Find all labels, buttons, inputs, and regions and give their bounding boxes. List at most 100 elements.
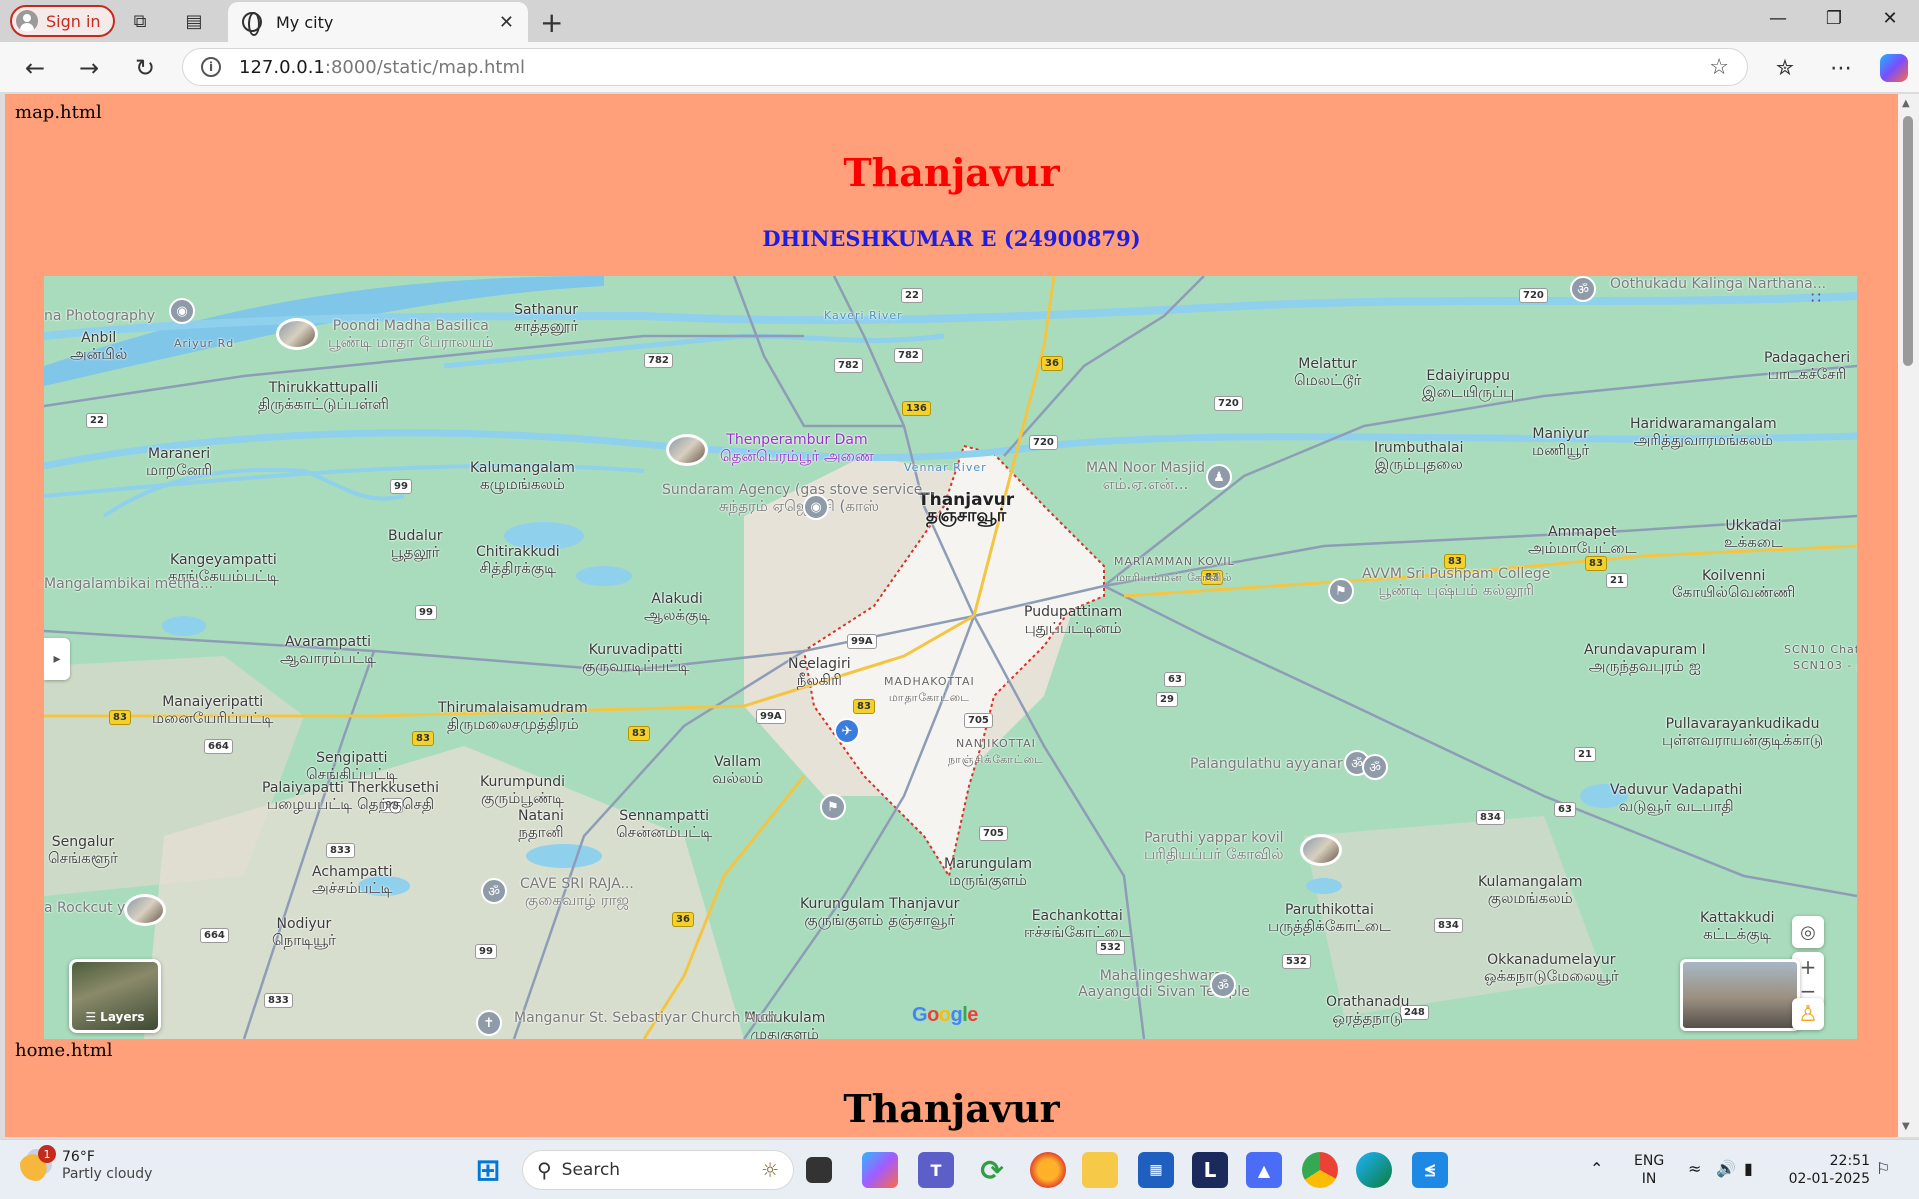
map-poi-label: Palangulathu ayyanar — [1190, 756, 1343, 772]
refresh-icon[interactable]: ↻ — [130, 53, 160, 83]
layers-button[interactable]: ☰ Layers — [69, 959, 161, 1033]
road-shield: 705 — [979, 826, 1008, 841]
forward-arrow-icon[interactable]: → — [74, 53, 104, 83]
language-indicator[interactable]: ENG IN — [1634, 1152, 1664, 1188]
map-poi-label: Thenperambur Dam தென்பெரம்பூர் அணை — [720, 432, 874, 465]
show-hidden-icons[interactable]: ⌃ — [1590, 1160, 1603, 1178]
home-city-title: Thanjavur — [843, 1086, 1060, 1131]
map-temple-pin-icon[interactable]: ॐ — [1570, 276, 1596, 302]
map-photo-marker[interactable] — [276, 318, 318, 350]
road-shield: 99 — [475, 944, 497, 959]
map-place-label: Pullavarayankudikadu புள்ளவராயன்குடிக்காட… — [1662, 716, 1824, 749]
teams-icon[interactable]: T — [918, 1152, 954, 1188]
back-arrow-icon[interactable]: ← — [20, 53, 50, 83]
url-host: 127.0.0.1 — [239, 56, 325, 78]
task-view-icon[interactable] — [806, 1157, 832, 1183]
map-place-label: Kalumangalam கழுமங்கலம் — [470, 460, 575, 493]
airport-pin-icon[interactable]: ✈ — [834, 718, 860, 744]
close-tab-icon[interactable]: ✕ — [499, 12, 514, 33]
map-place-label: Anbil அன்பில் — [70, 330, 128, 363]
battery-icon[interactable]: ▮ — [1744, 1160, 1753, 1178]
map-photo-marker[interactable] — [1300, 834, 1342, 866]
vscode-icon[interactable]: ⪬ — [1412, 1152, 1448, 1188]
map-place-label: Haridwaramangalam அரித்துவாரமங்கலம் — [1630, 416, 1777, 449]
map-place-label: Nodiyur நொடியூர் — [272, 916, 336, 949]
clock[interactable]: 22:51 02-01-2025 — [1784, 1152, 1870, 1188]
zoom-in-button[interactable]: + — [1800, 955, 1817, 979]
map-photo-marker[interactable] — [124, 894, 166, 926]
more-options-icon[interactable]: ⋯ — [1826, 53, 1856, 83]
map-place-label: Sennampatti சென்னம்பட்டி — [616, 808, 713, 841]
taskbar-search[interactable]: ⚲ Search ☼ — [522, 1150, 794, 1190]
map-place-label: Marungulam மருங்குளம் — [944, 856, 1033, 889]
refresh-app-icon[interactable]: ⟳ — [974, 1152, 1010, 1188]
favorites-icon[interactable]: ✮ — [1770, 53, 1800, 83]
weather-widget[interactable]: 1 76°F Partly cloudy — [20, 1145, 153, 1182]
new-tab-button[interactable]: + — [540, 6, 563, 39]
lasso-app-icon[interactable]: L — [1192, 1152, 1228, 1188]
scroll-up-icon[interactable]: ▲ — [1902, 98, 1910, 109]
clock-time: 22:51 — [1829, 1153, 1870, 1169]
map-poi-label: Oothukadu Kalinga Narthana... — [1610, 276, 1827, 292]
workspaces-icon[interactable]: ⧉ — [128, 9, 152, 33]
road-shield: 532 — [1096, 940, 1125, 955]
map-college-pin-icon[interactable]: ⚑ — [1328, 578, 1354, 604]
dev-app-icon[interactable]: ▲ — [1246, 1152, 1282, 1188]
volume-icon[interactable]: 🔊 — [1716, 1160, 1736, 1178]
scroll-down-icon[interactable]: ▼ — [1902, 1121, 1910, 1132]
file-explorer-icon[interactable] — [1082, 1152, 1118, 1188]
map-service-pin-icon[interactable]: ◉ — [803, 494, 829, 520]
copilot-icon[interactable] — [1880, 54, 1908, 82]
edge-icon[interactable] — [1356, 1152, 1392, 1188]
tab-actions-icon[interactable]: ▤ — [182, 9, 206, 33]
scrollbar-thumb[interactable] — [1903, 116, 1913, 366]
map-place-label: Ukkadai உக்கடை — [1724, 518, 1783, 551]
site-info-icon[interactable]: i — [201, 57, 221, 77]
store-icon[interactable]: ▦ — [1138, 1152, 1174, 1188]
map-temple-pin-icon[interactable]: ॐ — [481, 878, 507, 904]
google-map-embed[interactable]: 22 782 782 782 136 36 720 720 720 99 99 … — [44, 276, 1857, 1039]
globe-icon — [242, 12, 262, 36]
street-view-thumbnail[interactable] — [1680, 959, 1800, 1031]
page-scrollbar[interactable]: ▲ ▼ — [1898, 94, 1919, 1137]
wifi-icon[interactable]: ≈ — [1688, 1160, 1701, 1178]
map-river-label: Kaveri River — [824, 309, 903, 322]
map-temple-pin-icon[interactable]: ॐ — [1362, 754, 1388, 780]
sign-in-label: Sign in — [46, 11, 101, 31]
map-temple-pin-icon[interactable]: ॐ — [1210, 972, 1236, 998]
sign-in-button[interactable]: Sign in — [10, 5, 115, 37]
map-photo-marker[interactable] — [666, 434, 708, 466]
firefox-icon[interactable] — [1030, 1152, 1066, 1188]
road-shield: 63 — [1554, 802, 1576, 817]
minimize-button[interactable]: — — [1766, 8, 1790, 29]
road-shield: 720 — [1029, 435, 1058, 450]
tab-my-city[interactable]: My city ✕ — [228, 2, 528, 42]
notification-bell-icon[interactable]: ⚐ — [1876, 1160, 1890, 1178]
map-place-label: Neelagiri நீலகிரி — [788, 656, 851, 689]
start-windows-icon[interactable]: ⊞ — [470, 1152, 506, 1188]
map-school-pin-icon[interactable]: ⚑ — [820, 794, 846, 820]
chrome-icon[interactable] — [1302, 1152, 1338, 1188]
map-place-label: Paruthikottai பருத்திக்கோட்டை — [1268, 902, 1391, 935]
road-shield: 83 — [412, 731, 434, 746]
map-mosque-pin-icon[interactable]: ♟ — [1206, 464, 1232, 490]
favorite-star-icon[interactable]: ☆ — [1709, 55, 1729, 80]
url-input[interactable]: i 127.0.0.1:8000/static/map.html ☆ — [182, 48, 1748, 86]
map-place-label: Maniyur மணியூர் — [1532, 426, 1590, 459]
map-church-pin-icon[interactable]: ✝ — [476, 1010, 502, 1036]
copilot-app-icon[interactable] — [862, 1152, 898, 1188]
map-place-label: Kattakkudi கட்டக்குடி — [1700, 910, 1775, 943]
expand-panel-icon[interactable]: ▸ — [44, 638, 70, 680]
weather-condition: Partly cloudy — [62, 1166, 153, 1182]
map-place-label: Irumbuthalai இரும்புதலை — [1374, 440, 1464, 473]
apps-grid-icon[interactable]: ∷ — [1804, 285, 1828, 309]
map-poi-label: SCN10 ChathuSCN103 - ஜ — [1784, 643, 1857, 672]
map-camera-pin-icon[interactable]: ◉ — [169, 298, 195, 324]
close-window-button[interactable]: ✕ — [1878, 8, 1902, 29]
pegman-icon[interactable]: ♙ — [1792, 998, 1824, 1030]
my-location-icon[interactable]: ◎ — [1792, 916, 1824, 948]
map-poi-label: AVVM Sri Pushpam College பூண்டி புஷ்பம் க… — [1362, 566, 1551, 599]
url-path: :8000/static/map.html — [324, 56, 526, 78]
tab-title: My city — [276, 12, 334, 32]
maximize-button[interactable]: ❐ — [1822, 8, 1846, 29]
